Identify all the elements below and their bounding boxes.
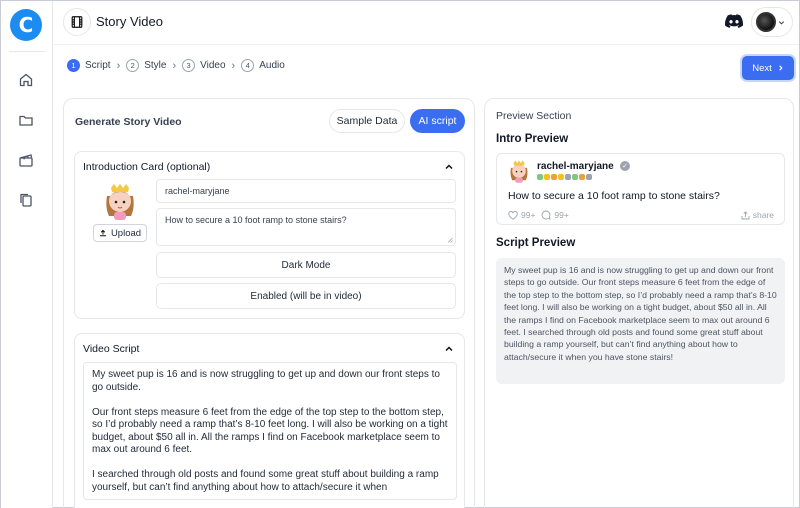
username-input[interactable]: rachel-maryjane xyxy=(156,179,456,203)
sidebar-item-home[interactable] xyxy=(13,67,39,93)
share-button[interactable]: share xyxy=(741,210,774,220)
step-number: 3 xyxy=(182,59,196,72)
chevron-up-icon xyxy=(445,346,453,352)
question-text: How to secure a 10 foot ramp to stone st… xyxy=(165,215,347,225)
likes-count: 99+ xyxy=(521,210,536,220)
home-icon xyxy=(19,73,33,87)
avatar xyxy=(756,12,776,32)
script-paragraph: I searched through old posts and found s… xyxy=(92,469,439,493)
page-title: Story Video xyxy=(96,14,163,29)
step-navigation: 1 Script › 2 Style › 3 Video › 4 Audio xyxy=(67,59,285,72)
intro-card-title: Introduction Card (optional) xyxy=(83,161,211,173)
heart-icon xyxy=(508,210,518,220)
resize-handle-icon[interactable] xyxy=(447,237,453,243)
intro-preview-card: rachel-maryjane ✓ How to secure a 10 foo… xyxy=(496,153,785,225)
preview-avatar xyxy=(510,160,528,183)
sidebar: C xyxy=(1,1,53,508)
script-textarea[interactable]: My sweet pup is 16 and is now struggling… xyxy=(83,362,457,500)
dark-mode-toggle[interactable]: Dark Mode xyxy=(156,252,456,278)
script-preview-text: My sweet pup is 16 and is now struggling… xyxy=(496,258,785,384)
generate-heading: Generate Story Video xyxy=(75,116,182,128)
chevron-right-icon: › xyxy=(172,59,177,72)
verified-icon: ✓ xyxy=(620,161,630,171)
sidebar-item-video[interactable] xyxy=(13,147,39,173)
award-icons xyxy=(537,174,592,180)
profile-avatar xyxy=(106,184,134,220)
next-label: Next xyxy=(752,62,772,74)
copy-icon xyxy=(20,193,32,207)
comments-stat: 99+ xyxy=(541,210,569,220)
ai-script-button[interactable]: AI script xyxy=(410,109,465,133)
likes-stat: 99+ xyxy=(508,210,535,220)
step-number: 2 xyxy=(126,59,140,72)
preview-panel: Preview Section Intro Preview rachel-mar… xyxy=(484,98,794,508)
share-icon xyxy=(741,210,750,219)
enabled-toggle[interactable]: Enabled (will be in video) xyxy=(156,283,456,309)
step-label: Script xyxy=(85,60,111,71)
folder-icon xyxy=(19,115,33,126)
step-number: 4 xyxy=(241,59,255,72)
comment-icon xyxy=(542,210,552,220)
script-paragraph: My sweet pup is 16 and is now struggling… xyxy=(92,369,440,393)
discord-icon[interactable] xyxy=(725,14,743,28)
preview-question: How to secure a 10 foot ramp to stone st… xyxy=(508,190,720,202)
script-paragraph: Our front steps measure 6 feet from the … xyxy=(92,406,448,456)
question-textarea[interactable]: How to secure a 10 foot ramp to stone st… xyxy=(156,208,456,246)
preview-stats: 99+ 99+ xyxy=(508,210,569,220)
clapperboard-icon xyxy=(19,154,33,167)
step-label: Video xyxy=(200,60,226,71)
step-label: Style xyxy=(144,60,167,71)
app-logo[interactable]: C xyxy=(10,9,42,41)
sidebar-item-documents[interactable] xyxy=(13,187,39,213)
share-label: share xyxy=(752,210,774,220)
collapse-script-button[interactable] xyxy=(442,342,456,356)
upload-button[interactable]: Upload xyxy=(93,224,147,242)
upload-label: Upload xyxy=(110,227,142,239)
comments-count: 99+ xyxy=(554,210,569,220)
video-script-card: Video Script My sweet pup is 16 and is n… xyxy=(74,333,465,508)
script-preview-title: Script Preview xyxy=(496,237,576,249)
chevron-up-icon xyxy=(445,164,453,170)
sidebar-item-folder[interactable] xyxy=(13,107,39,133)
chevron-down-icon xyxy=(778,20,785,25)
step-video[interactable]: 3 Video xyxy=(182,59,226,72)
step-script[interactable]: 1 Script xyxy=(67,59,111,72)
preview-section-title: Preview Section xyxy=(496,110,572,122)
step-label: Audio xyxy=(259,60,285,71)
introduction-card: Introduction Card (optional) Upload rach… xyxy=(74,151,465,319)
project-button[interactable] xyxy=(63,8,91,36)
upload-icon xyxy=(99,229,106,237)
chevron-right-icon: › xyxy=(116,59,121,72)
step-audio[interactable]: 4 Audio xyxy=(241,59,285,72)
next-button[interactable]: Next xyxy=(742,56,794,80)
generate-panel: Generate Story Video Sample Data AI scri… xyxy=(63,98,475,508)
topbar: Story Video xyxy=(53,1,799,45)
intro-preview-title: Intro Preview xyxy=(496,133,569,145)
step-style[interactable]: 2 Style xyxy=(126,59,166,72)
user-menu-button[interactable] xyxy=(751,7,793,37)
video-script-title: Video Script xyxy=(83,343,140,355)
chevron-right-icon xyxy=(778,65,783,71)
film-icon xyxy=(71,16,83,28)
preview-username: rachel-maryjane xyxy=(537,161,614,172)
collapse-intro-button[interactable] xyxy=(442,160,456,174)
sidebar-divider xyxy=(9,51,45,52)
sample-data-button[interactable]: Sample Data xyxy=(329,109,405,133)
step-number: 1 xyxy=(67,59,80,72)
chevron-right-icon: › xyxy=(231,59,236,72)
